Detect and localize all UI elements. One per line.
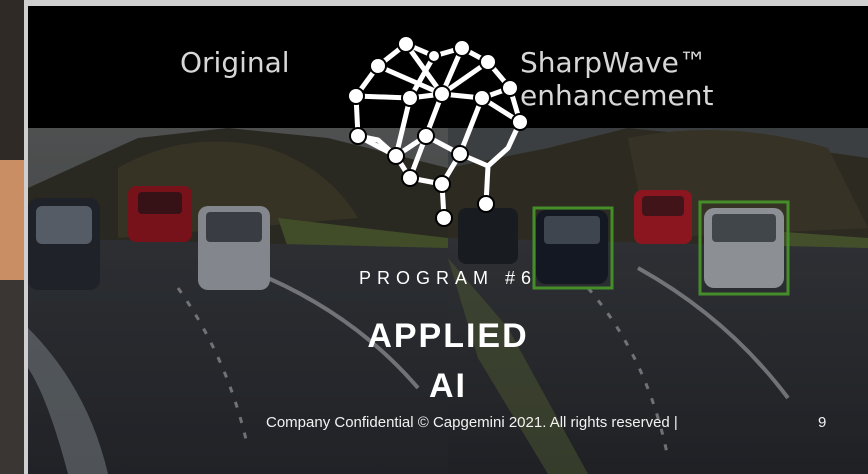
footer-confidential-text: Company Confidential © Capgemini 2021. A… xyxy=(266,414,678,431)
original-label: Original xyxy=(180,46,290,79)
slide: Original SharpWave™ enhancement PROGRAM … xyxy=(28,6,868,474)
left-edge-strip xyxy=(0,0,24,474)
brain-network-icon xyxy=(347,36,529,227)
program-label: PROGRAM #6 xyxy=(358,268,538,288)
page-number: 9 xyxy=(818,414,827,431)
program-title-line2: AI xyxy=(429,367,467,405)
enhancement-label: SharpWave™ enhancement xyxy=(520,46,714,112)
program-title-line1: APPLIED xyxy=(367,317,529,355)
